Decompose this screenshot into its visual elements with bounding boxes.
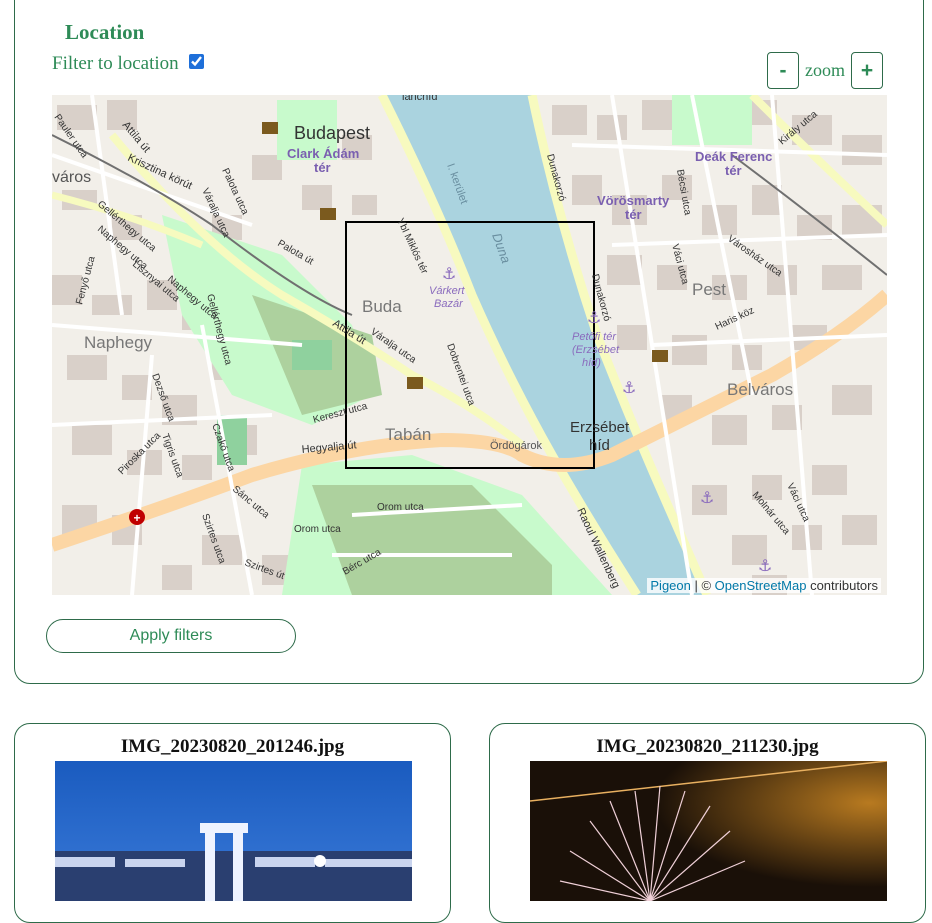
photo-card[interactable]: IMG_20230820_211230.jpg — [489, 723, 926, 923]
map-label-petofi: Petőfi tér — [572, 331, 617, 343]
map-label-vorosmarty: Vörösmarty — [597, 193, 670, 208]
photo-thumbnail[interactable] — [530, 761, 887, 901]
photo-thumbnail[interactable] — [55, 761, 412, 901]
map-label-clark: Clark Ádám — [287, 146, 359, 161]
svg-text:+: + — [133, 511, 140, 525]
map-label-petofi-2: (Erzsébet — [572, 344, 620, 356]
apply-filters-button[interactable]: Apply filters — [46, 619, 296, 653]
attribution-separator: | © — [690, 578, 715, 593]
attribution-tail: contributors — [806, 578, 878, 593]
map-label-orom: Orom utca — [294, 524, 341, 535]
map-attribution: Pigeon | © OpenStreetMap contributors — [647, 578, 881, 593]
map-label-vorosmarty-ter: tér — [625, 207, 642, 222]
zoom-label: zoom — [805, 60, 845, 80]
map-label-naphegy: Naphegy — [84, 333, 153, 352]
map-label-taban: Tabán — [385, 425, 431, 444]
map-canvas[interactable]: + ⚓ ⚓ ⚓ ⚓ ⚓ Budapest Clark Ádám tér váro… — [52, 95, 887, 595]
anchor-icon: ⚓ — [622, 378, 636, 397]
map-label-varkert-bazar: Bazár — [434, 298, 464, 310]
map-label-varkert: Várkert — [429, 285, 465, 297]
map-label-budapest: Budapest — [294, 123, 370, 143]
anchor-icon: ⚓ — [758, 556, 772, 575]
filter-to-location-row: Filter to location — [52, 53, 204, 75]
pigeon-link[interactable]: Pigeon — [650, 578, 690, 593]
location-title: Location — [65, 20, 145, 44]
map-label-deak-ter: tér — [725, 163, 742, 178]
map-label-buda: Buda — [362, 297, 402, 316]
map-label-clark-ter: tér — [314, 160, 331, 175]
filter-to-location-label: Filter to location — [52, 53, 179, 74]
map-label-pest: Pest — [692, 280, 726, 299]
map-label-erzsebet: Erzsébet — [570, 419, 630, 436]
anchor-icon: ⚓ — [442, 264, 456, 283]
zoom-out-button[interactable]: - — [767, 52, 799, 89]
map-label-belvaros: Belváros — [727, 380, 793, 399]
map-label-deak: Deák Ferenc — [695, 149, 772, 164]
map-label-petofi-3: híd) — [582, 357, 601, 369]
zoom-in-button[interactable]: + — [851, 52, 883, 89]
map-label-orom-2: Orom utca — [377, 502, 424, 513]
openstreetmap-link[interactable]: OpenStreetMap — [715, 578, 807, 593]
map-label-varos: város — [52, 169, 91, 186]
map-label-lanchid: lánchíd — [402, 95, 437, 103]
map-view[interactable]: + ⚓ ⚓ ⚓ ⚓ ⚓ Budapest Clark Ádám tér váro… — [52, 95, 887, 595]
anchor-icon: ⚓ — [700, 488, 714, 507]
photo-filename: IMG_20230820_211230.jpg — [596, 736, 819, 757]
zoom-controls: - zoom + — [767, 52, 883, 89]
map-label-ordogarok: Ördögárok — [490, 440, 542, 452]
filter-to-location-checkbox[interactable] — [188, 53, 204, 69]
photo-card[interactable]: IMG_20230820_201246.jpg — [14, 723, 451, 923]
map-label-erzsebet-hid: híd — [589, 437, 610, 454]
photo-filename: IMG_20230820_201246.jpg — [120, 736, 345, 757]
